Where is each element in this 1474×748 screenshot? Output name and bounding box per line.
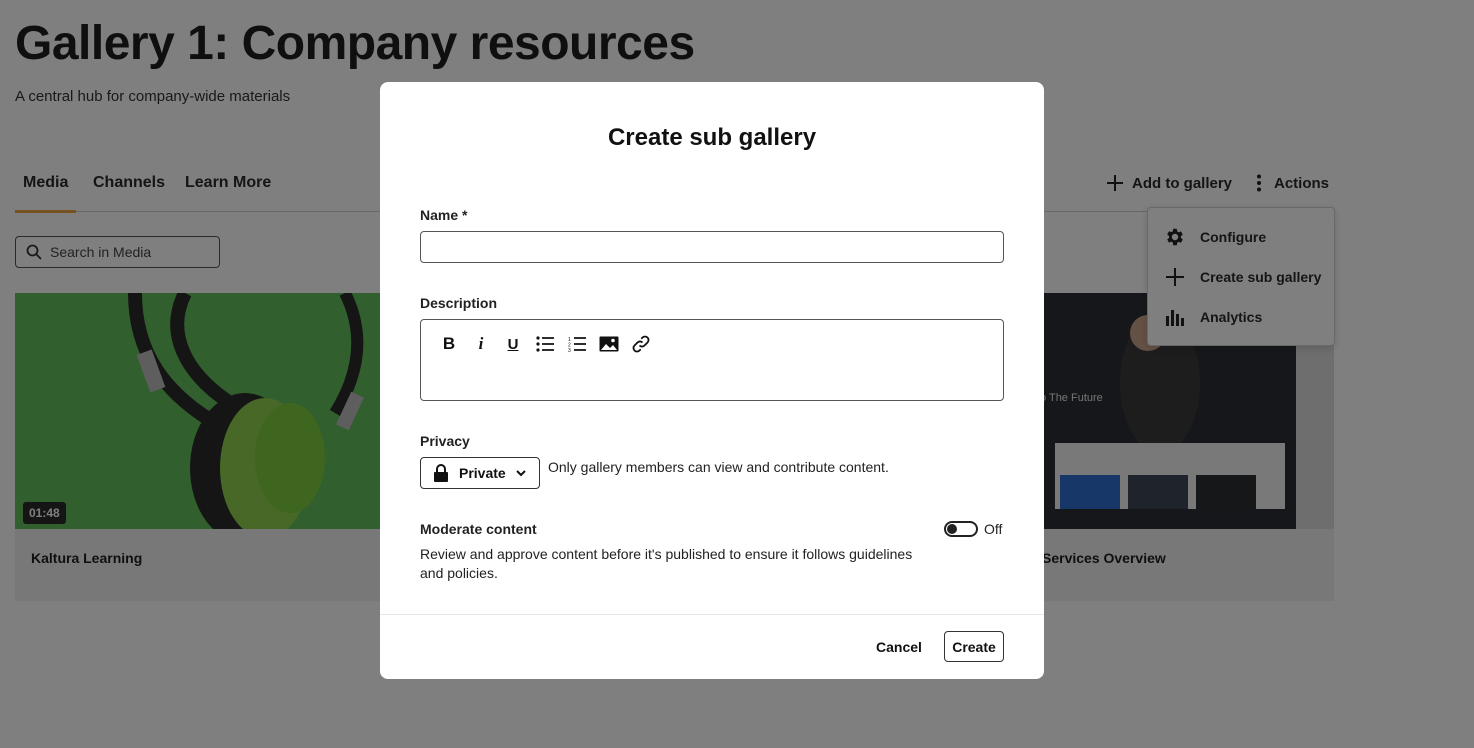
name-label: Name * — [420, 207, 468, 223]
dialog-divider — [380, 614, 1044, 615]
italic-icon[interactable]: i — [471, 334, 491, 354]
image-icon[interactable] — [599, 334, 619, 354]
create-sub-gallery-dialog: Create sub gallery Name * Description B … — [380, 82, 1044, 679]
chevron-down-icon — [515, 470, 526, 477]
moderate-content-label: Moderate content — [420, 521, 537, 537]
description-label: Description — [420, 295, 498, 311]
privacy-label: Privacy — [420, 433, 470, 449]
underline-icon[interactable]: U — [503, 334, 523, 354]
privacy-help-text: Only gallery members can view and contri… — [548, 459, 889, 475]
bulleted-list-icon[interactable] — [535, 334, 555, 354]
link-icon[interactable] — [631, 334, 651, 354]
description-editor[interactable]: B i U 123 — [420, 319, 1004, 401]
lock-icon — [434, 464, 448, 482]
privacy-select[interactable]: Private — [420, 457, 540, 489]
moderate-toggle-state: Off — [984, 521, 1003, 537]
create-button[interactable]: Create — [944, 631, 1004, 662]
name-field[interactable] — [420, 231, 1004, 263]
moderate-help-text: Review and approve content before it's p… — [420, 546, 913, 581]
dialog-title: Create sub gallery — [607, 124, 817, 151]
bold-icon[interactable]: B — [439, 334, 459, 354]
privacy-value: Private — [459, 465, 506, 481]
svg-text:3: 3 — [568, 348, 571, 352]
cancel-button[interactable]: Cancel — [876, 639, 922, 655]
moderate-content-toggle[interactable] — [944, 521, 978, 537]
numbered-list-icon[interactable]: 123 — [567, 334, 587, 354]
editor-toolbar: B i U 123 — [439, 334, 651, 354]
